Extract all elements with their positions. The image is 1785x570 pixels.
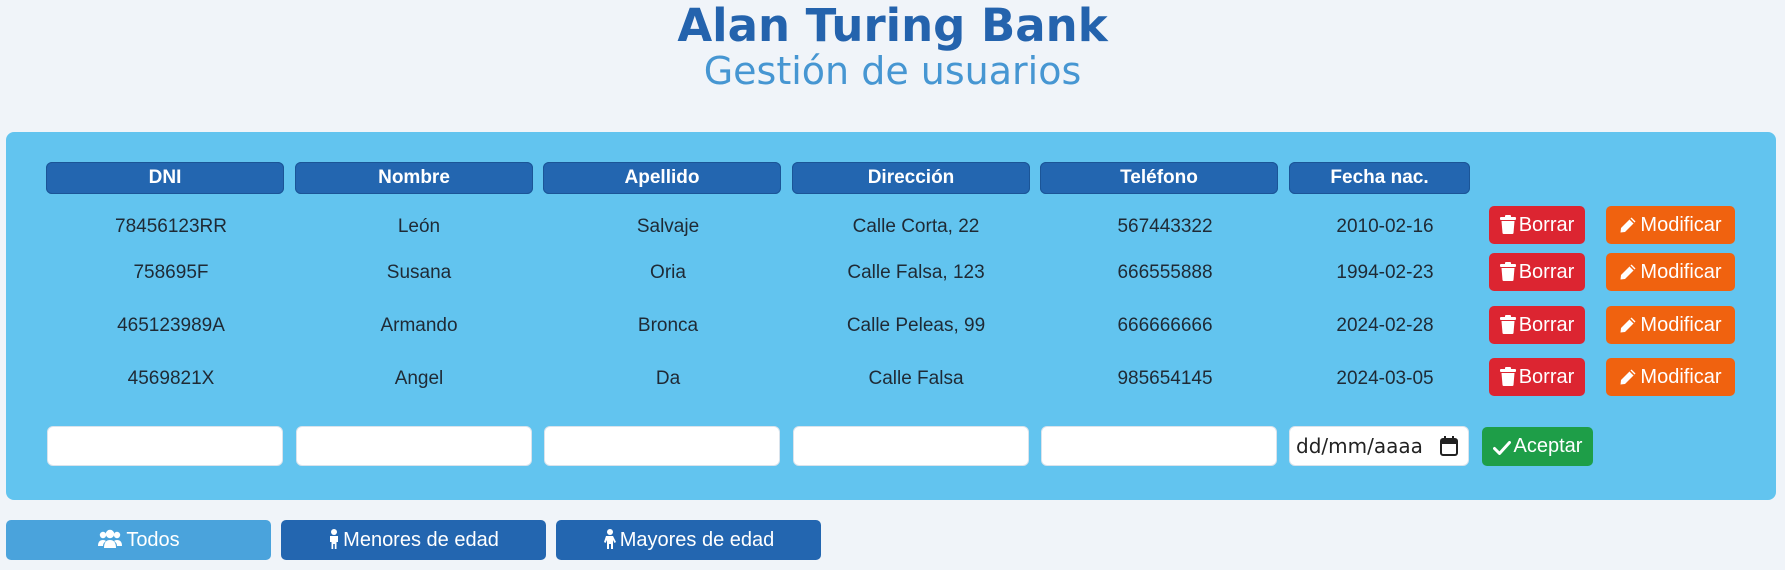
users-panel: DNI Nombre Apellido Dirección Teléfono F… <box>6 132 1776 500</box>
cell-dni: 4569821X <box>127 368 215 389</box>
cell-dni: 465123989A <box>117 315 225 336</box>
modify-button[interactable]: Modificar <box>1606 358 1735 396</box>
calendar-icon[interactable] <box>1440 436 1458 456</box>
cell-nombre: León <box>397 216 441 237</box>
cell-telefono: 567443322 <box>1117 216 1213 237</box>
dni-input[interactable] <box>47 426 283 466</box>
filter-label: Menores de edad <box>343 529 499 551</box>
cell-nombre: Armando <box>380 315 458 336</box>
cell-telefono: 666555888 <box>1117 262 1213 283</box>
modify-button[interactable]: Modificar <box>1606 306 1735 344</box>
filter-todos-button[interactable]: Todos <box>6 520 271 560</box>
direccion-input[interactable] <box>793 426 1029 466</box>
filter-mayores-button[interactable]: Mayores de edad <box>556 520 821 560</box>
delete-label: Borrar <box>1518 314 1575 336</box>
cell-dni: 78456123RR <box>115 216 227 237</box>
cell-nombre: Angel <box>394 368 444 389</box>
cell-direccion: Calle Peleas, 99 <box>846 315 986 336</box>
cell-telefono: 666666666 <box>1117 315 1213 336</box>
app-title: Alan Turing Bank <box>677 0 1108 52</box>
delete-button[interactable]: Borrar <box>1489 358 1585 396</box>
modify-label: Modificar <box>1640 314 1722 336</box>
trash-icon <box>1499 262 1516 281</box>
delete-button[interactable]: Borrar <box>1489 206 1585 244</box>
filter-label: Mayores de edad <box>619 529 775 551</box>
date-placeholder: dd/mm/aaaa <box>1296 434 1423 458</box>
pencil-icon <box>1620 264 1636 280</box>
delete-label: Borrar <box>1518 366 1575 388</box>
telefono-input[interactable] <box>1041 426 1277 466</box>
column-header-direccion: Dirección <box>792 162 1030 194</box>
cell-fecha: 2024-03-05 <box>1336 368 1434 389</box>
accept-label: Aceptar <box>1513 435 1583 457</box>
column-header-nombre: Nombre <box>295 162 533 194</box>
pencil-icon <box>1620 369 1636 385</box>
column-header-fecha: Fecha nac. <box>1289 162 1470 194</box>
column-header-telefono: Teléfono <box>1040 162 1278 194</box>
child-icon <box>330 529 339 549</box>
trash-icon <box>1499 367 1516 386</box>
modify-label: Modificar <box>1640 214 1722 236</box>
modify-label: Modificar <box>1640 366 1722 388</box>
cell-dni: 758695F <box>133 262 209 283</box>
cell-apellido: Salvaje <box>636 216 700 237</box>
accept-button[interactable]: Aceptar <box>1482 427 1593 466</box>
cell-direccion: Calle Falsa, 123 <box>847 262 985 283</box>
delete-label: Borrar <box>1518 261 1575 283</box>
column-header-apellido: Apellido <box>543 162 781 194</box>
pencil-icon <box>1620 317 1636 333</box>
cell-apellido: Da <box>655 368 681 389</box>
users-icon <box>98 529 123 548</box>
page-subtitle: Gestión de usuarios <box>703 49 1082 93</box>
cell-apellido: Oria <box>650 262 686 283</box>
pencil-icon <box>1620 217 1636 233</box>
modify-button[interactable]: Modificar <box>1606 253 1735 291</box>
filter-menores-button[interactable]: Menores de edad <box>281 520 546 560</box>
cell-apellido: Bronca <box>637 315 699 336</box>
modify-label: Modificar <box>1640 261 1722 283</box>
nombre-input[interactable] <box>296 426 532 466</box>
trash-icon <box>1499 315 1516 334</box>
cell-direccion: Calle Corta, 22 <box>852 216 980 237</box>
trash-icon <box>1499 215 1516 234</box>
check-icon <box>1492 441 1511 455</box>
person-icon <box>603 529 616 549</box>
cell-fecha: 2024-02-28 <box>1336 315 1434 336</box>
cell-telefono: 985654145 <box>1117 368 1213 389</box>
modify-button[interactable]: Modificar <box>1606 206 1735 244</box>
cell-fecha: 1994-02-23 <box>1336 262 1434 283</box>
filter-label: Todos <box>126 529 180 551</box>
delete-button[interactable]: Borrar <box>1489 253 1585 291</box>
column-header-dni: DNI <box>46 162 284 194</box>
cell-nombre: Susana <box>386 262 452 283</box>
cell-fecha: 2010-02-16 <box>1336 216 1434 237</box>
cell-direccion: Calle Falsa <box>868 368 964 389</box>
delete-button[interactable]: Borrar <box>1489 306 1585 344</box>
fecha-nac-input[interactable]: dd/mm/aaaa <box>1289 426 1469 466</box>
apellido-input[interactable] <box>544 426 780 466</box>
delete-label: Borrar <box>1518 214 1575 236</box>
